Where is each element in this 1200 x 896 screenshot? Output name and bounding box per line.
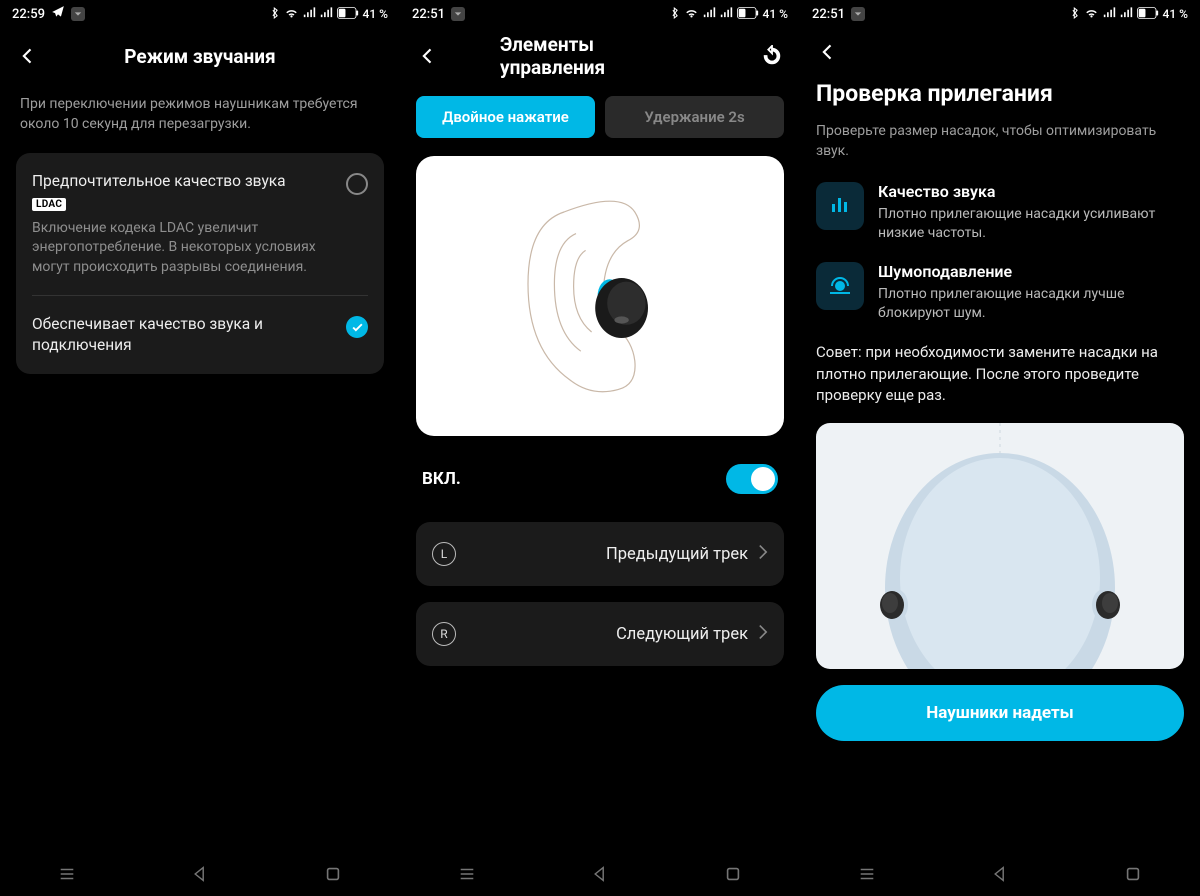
equalizer-icon [816,182,864,230]
page-subtitle: При переключении режимов наушникам требу… [20,94,380,135]
dropdown-icon [71,7,85,21]
battery-text: 41 % [763,7,788,21]
dropdown-icon [451,7,465,21]
left-action-row[interactable]: L Предыдущий трек [416,522,784,586]
right-earbud-icon: R [432,622,456,646]
info-noise-cancel: Шумоподавление Плотно прилегающие насадк… [816,262,1184,324]
ear-illustration [416,156,784,436]
bluetooth-icon [670,6,680,23]
wifi-icon [1084,7,1099,22]
option-title: Предпочтительное качество звука [32,171,334,192]
battery-icon [1137,7,1159,22]
back-button[interactable] [8,36,48,76]
info-desc: Плотно прилегающие насадки усиливают низ… [878,205,1184,244]
info-title: Качество звука [878,182,1184,201]
nav-recent-button[interactable] [37,865,97,883]
status-time: 22:51 [812,7,845,22]
nav-back-button[interactable] [570,866,630,882]
info-desc: Плотно прилегающие насадки лучше блокиру… [878,285,1184,324]
status-bar: 22:59 41 % [0,0,400,28]
page-title: Элементы управления [500,33,700,79]
nav-recent-button[interactable] [837,865,897,883]
title-bar: Режим звучания [0,28,400,84]
page-title: Проверка прилегания [816,80,1184,107]
tab-double-tap[interactable]: Двойное нажатие [416,96,595,138]
tip-text: Совет: при необходимости замените насадк… [816,342,1184,407]
left-action-label: Предыдущий трек [456,545,758,564]
nav-back-button[interactable] [170,866,230,882]
chevron-right-icon [758,624,768,644]
radio-checked-icon[interactable] [346,316,368,338]
signal-icon [1103,7,1116,22]
right-action-row[interactable]: R Следующий трек [416,602,784,666]
option-ldac[interactable]: Предпочтительное качество звука LDAC Вкл… [32,171,368,278]
status-bar: 22:51 41 % [800,0,1200,28]
anc-icon [816,262,864,310]
screen-controls: 22:51 41 % Элементы управления Двойное н… [400,0,800,896]
left-earbud-icon: L [432,542,456,566]
signal-icon [703,7,716,22]
status-time: 22:59 [12,7,45,22]
android-nav-bar [0,854,400,896]
signal-icon [303,7,316,22]
dropdown-icon [851,7,865,21]
gesture-tabs: Двойное нажатие Удержание 2s [416,96,784,138]
telegram-icon [51,5,65,23]
option-title: Обеспечивает качество звука и подключени… [32,314,334,356]
status-time: 22:51 [412,7,445,22]
enable-row: ВКЛ. [416,464,784,494]
enable-toggle[interactable] [726,464,778,494]
signal-icon-2 [1120,7,1133,22]
battery-text: 41 % [1163,7,1188,21]
nav-recent-button[interactable] [437,865,497,883]
wifi-icon [684,7,699,22]
options-card: Предпочтительное качество звука LDAC Вкл… [16,153,384,375]
status-bar: 22:51 41 % [400,0,800,28]
bluetooth-icon [1070,6,1080,23]
option-balanced[interactable]: Обеспечивает качество звука и подключени… [32,314,368,356]
bluetooth-icon [270,6,280,23]
nav-home-button[interactable] [303,865,363,883]
battery-icon [337,7,359,22]
signal-icon-2 [320,7,333,22]
radio-unchecked-icon[interactable] [346,173,368,195]
head-illustration [816,423,1184,669]
chevron-right-icon [758,544,768,564]
nav-home-button[interactable] [703,865,763,883]
android-nav-bar [400,854,800,896]
screen-fit-test: 22:51 41 % Проверка прилегания Проверьте… [800,0,1200,896]
title-bar: Элементы управления [400,28,800,84]
page-title: Режим звучания [124,45,275,68]
nav-back-button[interactable] [970,866,1030,882]
right-action-label: Следующий трек [456,625,758,644]
title-bar [800,28,1200,76]
battery-text: 41 % [363,7,388,21]
back-button[interactable] [408,36,448,76]
enable-label: ВКЛ. [422,469,461,489]
info-sound-quality: Качество звука Плотно прилегающие насадк… [816,182,1184,244]
page-subtitle: Проверьте размер насадок, чтобы оптимизи… [816,121,1184,162]
start-fit-test-button[interactable]: Наушники надеты [816,685,1184,741]
divider [32,295,368,296]
battery-icon [737,7,759,22]
back-button[interactable] [808,32,848,72]
option-desc: Включение кодека LDAC увеличит энергопот… [32,219,334,278]
ldac-badge: LDAC [32,198,66,211]
info-title: Шумоподавление [878,262,1184,281]
nav-home-button[interactable] [1103,865,1163,883]
signal-icon-2 [720,7,733,22]
wifi-icon [284,7,299,22]
reset-button[interactable] [752,36,792,76]
android-nav-bar [800,854,1200,896]
screen-sound-mode: 22:59 41 % [0,0,400,896]
tab-hold[interactable]: Удержание 2s [605,96,784,138]
